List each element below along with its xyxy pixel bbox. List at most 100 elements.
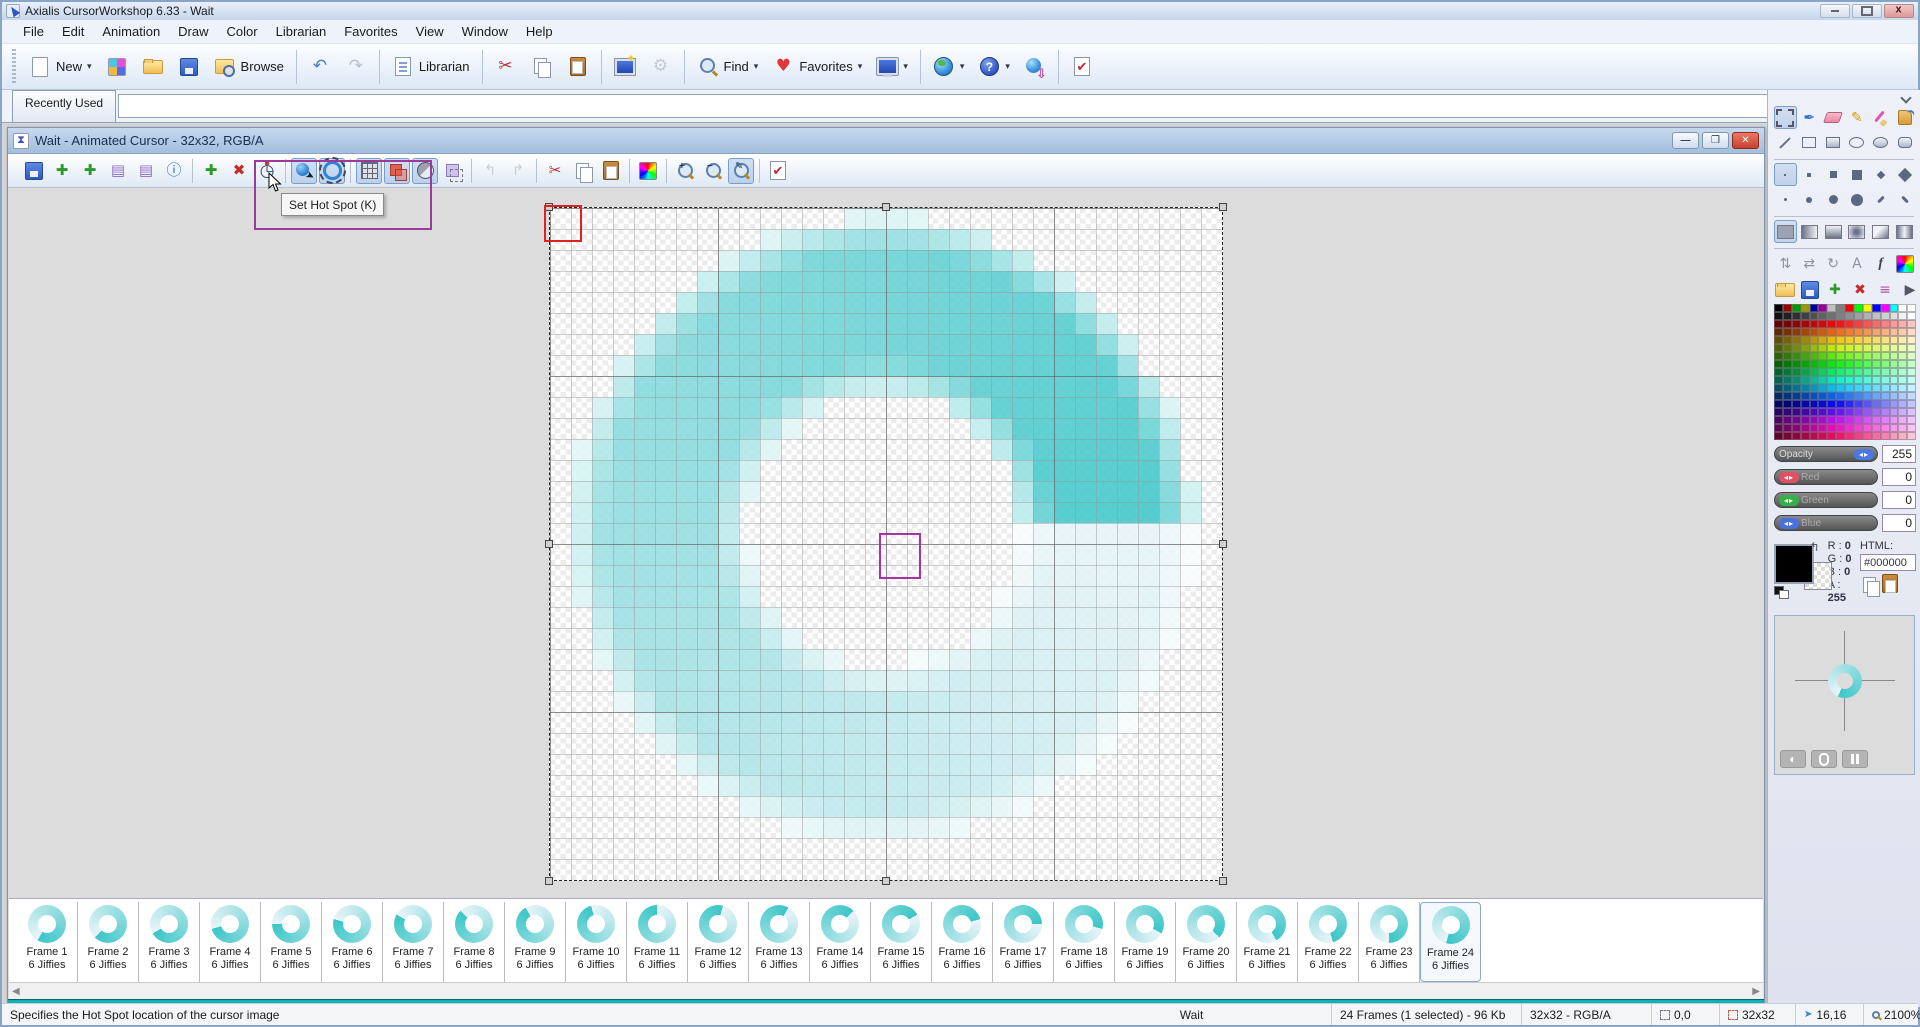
- pixel[interactable]: [802, 313, 823, 334]
- color-swatch[interactable]: [1827, 320, 1836, 328]
- frame-item[interactable]: Frame 86 Jiffies: [444, 902, 505, 982]
- pixel[interactable]: [718, 586, 739, 607]
- pixel[interactable]: [907, 712, 928, 733]
- pixel[interactable]: [1138, 397, 1159, 418]
- pixel[interactable]: [1075, 292, 1096, 313]
- pixel[interactable]: [949, 670, 970, 691]
- frame-item[interactable]: Frame 236 Jiffies: [1359, 902, 1420, 982]
- pixel[interactable]: [991, 418, 1012, 439]
- pixel[interactable]: [907, 355, 928, 376]
- pixel[interactable]: [613, 376, 634, 397]
- pixel[interactable]: [571, 460, 592, 481]
- pixel[interactable]: [1159, 586, 1180, 607]
- pixel[interactable]: [802, 229, 823, 250]
- pixel[interactable]: [1033, 712, 1054, 733]
- pixel[interactable]: [781, 229, 802, 250]
- delete-frames-button[interactable]: ✖: [226, 158, 252, 184]
- pixel[interactable]: [970, 271, 991, 292]
- pixel[interactable]: [760, 775, 781, 796]
- pixel[interactable]: [697, 733, 718, 754]
- pixel[interactable]: [760, 376, 781, 397]
- pixel[interactable]: [739, 460, 760, 481]
- pixel[interactable]: [676, 418, 697, 439]
- color-swatch[interactable]: [1801, 416, 1810, 424]
- pixel[interactable]: [1054, 691, 1075, 712]
- pixel[interactable]: [1054, 628, 1075, 649]
- pixel[interactable]: [886, 796, 907, 817]
- pixel[interactable]: [781, 418, 802, 439]
- pixel[interactable]: [676, 397, 697, 418]
- pixel[interactable]: [802, 712, 823, 733]
- pixel[interactable]: [697, 586, 718, 607]
- fill-gradient-vertical[interactable]: [1822, 220, 1845, 243]
- pixel[interactable]: [928, 775, 949, 796]
- pixel[interactable]: [1117, 481, 1138, 502]
- pixel[interactable]: [949, 292, 970, 313]
- pixel[interactable]: [655, 733, 676, 754]
- pixel[interactable]: [1033, 397, 1054, 418]
- color-swatch[interactable]: [1907, 376, 1916, 384]
- test-cursor-button[interactable]: [765, 158, 791, 184]
- color-swatch[interactable]: [1863, 304, 1872, 312]
- color-swatch[interactable]: [1872, 328, 1881, 336]
- pixel[interactable]: [907, 775, 928, 796]
- color-swatch[interactable]: [1836, 392, 1845, 400]
- pixel[interactable]: [802, 271, 823, 292]
- color-swatch[interactable]: [1863, 424, 1872, 432]
- pixel[interactable]: [970, 250, 991, 271]
- pixel[interactable]: [571, 502, 592, 523]
- pixel[interactable]: [781, 691, 802, 712]
- pixel[interactable]: [991, 397, 1012, 418]
- pixel[interactable]: [760, 649, 781, 670]
- pixel[interactable]: [991, 439, 1012, 460]
- color-swatch[interactable]: [1801, 344, 1810, 352]
- pixel[interactable]: [823, 250, 844, 271]
- size-1-round[interactable]: [1774, 188, 1797, 211]
- menu-librarian[interactable]: Librarian: [267, 21, 336, 42]
- pixel[interactable]: [697, 418, 718, 439]
- pixel[interactable]: [907, 229, 928, 250]
- color-swatch[interactable]: [1898, 368, 1907, 376]
- pixel[interactable]: [907, 271, 928, 292]
- color-swatch[interactable]: [1863, 344, 1872, 352]
- color-swatch[interactable]: [1810, 416, 1819, 424]
- color-swatch[interactable]: [1792, 368, 1801, 376]
- pixel[interactable]: [991, 607, 1012, 628]
- color-swatch[interactable]: [1854, 424, 1863, 432]
- frame-item[interactable]: Frame 166 Jiffies: [932, 902, 993, 982]
- menu-favorites[interactable]: Favorites: [335, 21, 406, 42]
- color-swatch[interactable]: [1881, 328, 1890, 336]
- pixel[interactable]: [1054, 544, 1075, 565]
- color-swatch[interactable]: [1907, 360, 1916, 368]
- color-swatch[interactable]: [1818, 408, 1827, 416]
- pixel[interactable]: [1012, 355, 1033, 376]
- doc-minimize-button[interactable]: —: [1672, 132, 1699, 149]
- color-swatch[interactable]: [1836, 416, 1845, 424]
- pixel[interactable]: [928, 292, 949, 313]
- color-swatch[interactable]: [1890, 416, 1899, 424]
- pixel[interactable]: [844, 250, 865, 271]
- color-swatch[interactable]: [1890, 312, 1899, 320]
- frame-item[interactable]: Frame 26 Jiffies: [78, 902, 139, 982]
- pixel[interactable]: [1033, 481, 1054, 502]
- pixel[interactable]: [634, 565, 655, 586]
- pixel[interactable]: [1075, 733, 1096, 754]
- pixel[interactable]: [1075, 481, 1096, 502]
- pixel[interactable]: [655, 355, 676, 376]
- color-swatch[interactable]: [1907, 344, 1916, 352]
- pixel[interactable]: [949, 796, 970, 817]
- color-swatch[interactable]: [1810, 328, 1819, 336]
- pixel[interactable]: [718, 544, 739, 565]
- pixel[interactable]: [655, 691, 676, 712]
- pixel[interactable]: [739, 607, 760, 628]
- swap-colors-icon[interactable]: ↰: [1810, 540, 1820, 554]
- layers-button[interactable]: [440, 158, 466, 184]
- selection-handle[interactable]: [545, 877, 553, 885]
- color-swatch[interactable]: [1836, 312, 1845, 320]
- color-swatch[interactable]: [1845, 320, 1854, 328]
- color-swatch[interactable]: [1801, 368, 1810, 376]
- pixel[interactable]: [1096, 565, 1117, 586]
- color-swatch[interactable]: [1836, 320, 1845, 328]
- selection-handle[interactable]: [1219, 877, 1227, 885]
- pixel[interactable]: [1054, 292, 1075, 313]
